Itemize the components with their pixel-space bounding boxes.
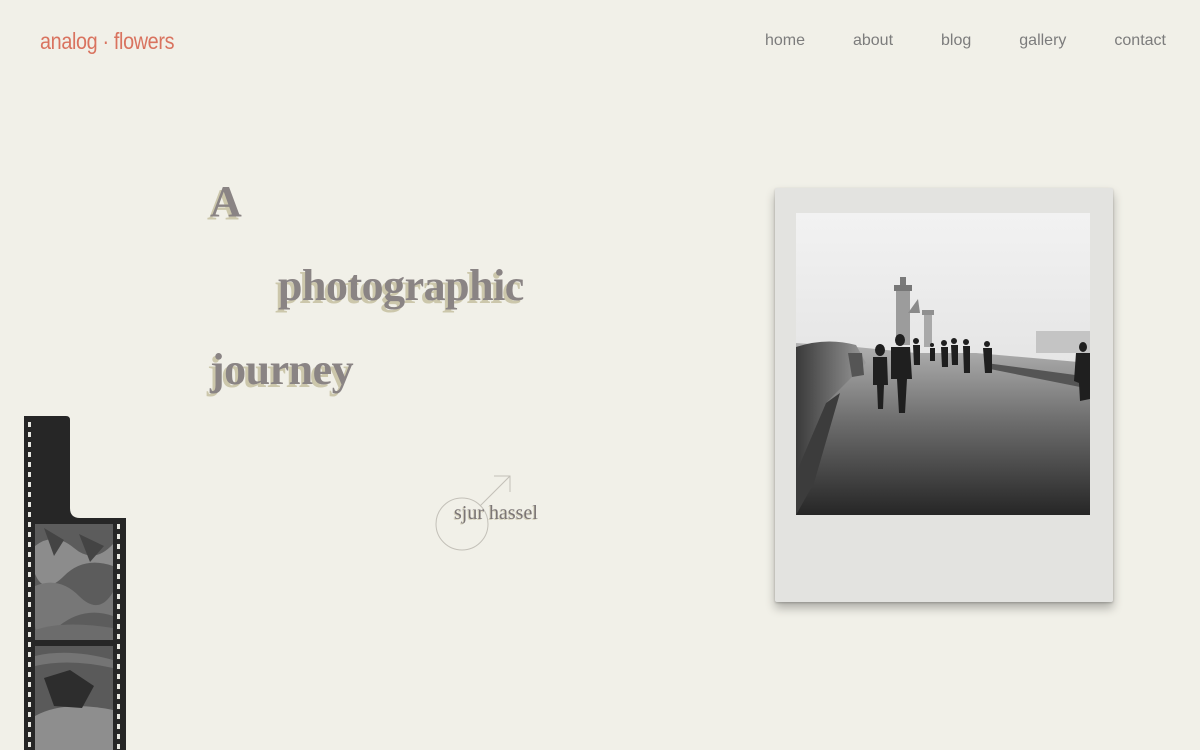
author-signature: sjur hassel [434, 472, 554, 552]
main-nav: home about blog gallery contact [765, 32, 1166, 50]
hero-title-line-1: A [210, 177, 242, 226]
nav-home[interactable]: home [765, 32, 805, 50]
site-logo[interactable]: analog · flowers [40, 28, 174, 55]
film-frame-2 [35, 646, 113, 750]
film-frame-1 [34, 524, 113, 640]
hero-title-line-3: journey [210, 345, 354, 394]
hero-title-line-2: photographic [278, 261, 524, 310]
nav-blog[interactable]: blog [941, 32, 971, 50]
polaroid-photo [775, 188, 1113, 602]
nav-about[interactable]: about [853, 32, 893, 50]
signature-text: sjur hassel [454, 502, 538, 524]
film-sprocket-holes-right [117, 524, 120, 749]
pier-photo [796, 213, 1090, 515]
nav-gallery[interactable]: gallery [1019, 32, 1066, 50]
film-strip-image [24, 416, 126, 750]
nav-contact[interactable]: contact [1114, 32, 1166, 50]
